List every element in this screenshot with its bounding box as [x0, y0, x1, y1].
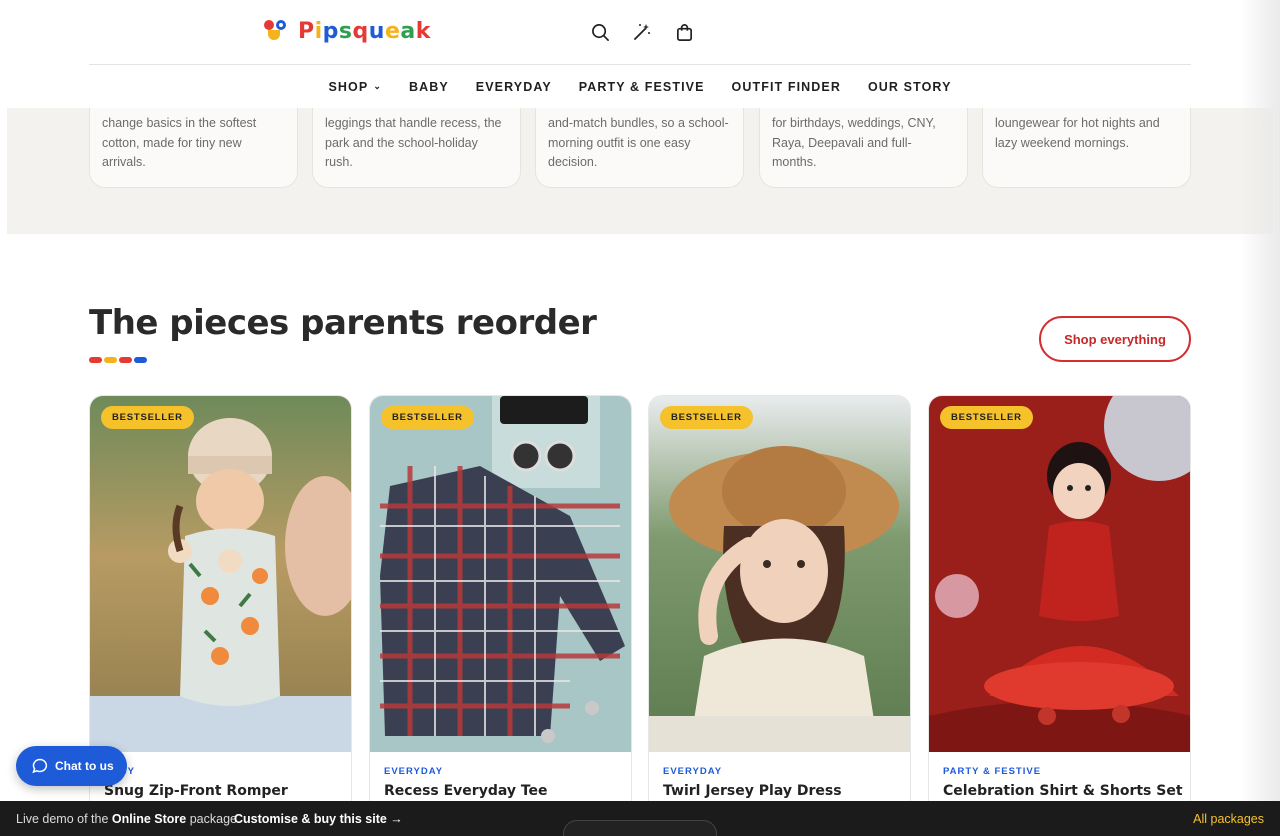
- category-card-active[interactable]: leggings that handle recess, the park an…: [312, 100, 521, 188]
- bestseller-badge: BESTSELLER: [381, 406, 474, 429]
- magic-wand-icon[interactable]: [630, 20, 654, 44]
- shop-everything-button[interactable]: Shop everything: [1039, 316, 1191, 362]
- product-category: EVERYDAY: [384, 766, 444, 777]
- site-header: Pipsqueak SHOP ⌄ BABY EVERYDAY PARTY & FE…: [0, 0, 1280, 108]
- category-card-everyday[interactable]: and-match bundles, so a school-morning o…: [535, 100, 744, 188]
- product-name[interactable]: Snug Zip-Front Romper: [104, 783, 288, 799]
- product-card[interactable]: BESTSELLER PARTY & FESTIVE Celebration S…: [928, 395, 1191, 815]
- product-name[interactable]: Recess Everyday Tee: [384, 783, 548, 799]
- bestseller-badge: BESTSELLER: [101, 406, 194, 429]
- product-name[interactable]: Celebration Shirt & Shorts Set: [943, 783, 1183, 799]
- title-underline: [89, 357, 147, 363]
- category-card-text: change basics in the softest cotton, mad…: [102, 116, 257, 169]
- chevron-down-icon: ⌄: [373, 81, 382, 91]
- product-image: BESTSELLER: [370, 396, 631, 752]
- category-card-text: for birthdays, weddings, CNY, Raya, Deep…: [772, 116, 936, 169]
- all-packages-link[interactable]: All packages: [1193, 812, 1264, 826]
- customise-buy-link[interactable]: Customise & buy this site →: [234, 812, 403, 826]
- nav-item-shop[interactable]: SHOP ⌄: [315, 80, 395, 94]
- header-icons: [588, 20, 696, 44]
- nav-item-outfit-finder[interactable]: OUTFIT FINDER: [718, 80, 854, 94]
- category-card-text: and-match bundles, so a school-morning o…: [548, 116, 729, 169]
- brand-logo[interactable]: Pipsqueak: [264, 18, 431, 44]
- bestseller-badge: BESTSELLER: [940, 406, 1033, 429]
- chat-bubble-icon: [32, 758, 48, 774]
- category-card-party-festive[interactable]: for birthdays, weddings, CNY, Raya, Deep…: [759, 100, 968, 188]
- product-card[interactable]: BESTSELLER EVERYDAY Twirl Jersey Play Dr…: [648, 395, 911, 815]
- brand-name: Pipsqueak: [298, 18, 431, 44]
- shopping-bag-icon[interactable]: [672, 20, 696, 44]
- product-image: BESTSELLER: [90, 396, 351, 752]
- product-category: PARTY & FESTIVE: [943, 766, 1042, 777]
- search-icon[interactable]: [588, 20, 612, 44]
- demo-bar-text: Live demo of the Online Store package.: [16, 811, 241, 826]
- demo-toolbar-pill[interactable]: [563, 820, 717, 836]
- product-category: EVERYDAY: [663, 766, 723, 777]
- section-title: The pieces parents reorder: [89, 303, 597, 343]
- chat-button[interactable]: Chat to us: [16, 746, 127, 786]
- product-name[interactable]: Twirl Jersey Play Dress: [663, 783, 842, 799]
- category-card-text: leggings that handle recess, the park an…: [325, 116, 502, 169]
- bestseller-badge: BESTSELLER: [660, 406, 753, 429]
- logo-mark-icon: [264, 18, 290, 44]
- category-card-sleepwear[interactable]: loungewear for hot nights and lazy weeke…: [982, 100, 1191, 188]
- product-image: BESTSELLER: [649, 396, 910, 752]
- nav-item-party-festive[interactable]: PARTY & FESTIVE: [565, 80, 718, 94]
- product-card[interactable]: BESTSELLER EVERYDAY Recess Everyday Tee: [369, 395, 632, 815]
- chat-label: Chat to us: [55, 759, 114, 773]
- category-card-baby[interactable]: change basics in the softest cotton, mad…: [89, 100, 298, 188]
- nav-item-our-story[interactable]: OUR STORY: [854, 80, 965, 94]
- product-card[interactable]: BESTSELLER BABY Snug Zip-Front Romper: [89, 395, 352, 815]
- demo-bar: Live demo of the Online Store package. C…: [0, 801, 1280, 836]
- product-image: BESTSELLER: [929, 396, 1190, 752]
- nav-item-baby[interactable]: BABY: [395, 80, 462, 94]
- nav-item-everyday[interactable]: EVERYDAY: [462, 80, 565, 94]
- category-card-text: loungewear for hot nights and lazy weeke…: [995, 116, 1160, 150]
- main-nav: SHOP ⌄ BABY EVERYDAY PARTY & FESTIVE OUTF…: [0, 65, 1280, 108]
